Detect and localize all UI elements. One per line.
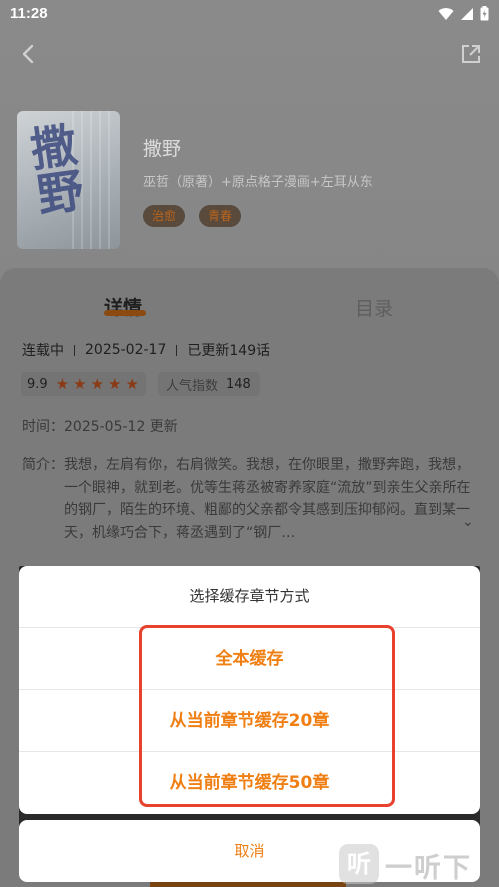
synopsis-text: 我想，左肩有你，右肩微笑。我想，在你眼里，撒野奔跑，我想，一个眼神，就到老。优等…: [64, 457, 471, 541]
status-bar: 11:28: [0, 0, 499, 30]
signal-icon: [461, 7, 473, 20]
update-count: 已更新149话: [187, 343, 271, 359]
divider: [74, 344, 75, 356]
status-time: 11:28: [10, 5, 48, 22]
annotation-highlight: [139, 625, 395, 807]
book-authors: 巫哲（原著）+原点格子漫画+左耳从东: [143, 175, 373, 190]
wifi-icon: [438, 7, 454, 20]
star-icon: ★: [55, 374, 70, 393]
rating-box: 9.9 ★ ★ ★ ★ ★: [21, 372, 146, 396]
expand-chevron-icon[interactable]: ⌄: [462, 514, 474, 530]
share-button[interactable]: [457, 40, 485, 68]
star-icon: ★: [108, 374, 122, 393]
book-cover[interactable]: 撒野: [17, 111, 120, 249]
popularity-box: 人气指数 148: [158, 372, 260, 396]
update-time: 时间：2025-05-12 更新: [22, 419, 178, 435]
back-button[interactable]: [14, 40, 42, 68]
publish-date: 2025-02-17: [85, 342, 167, 358]
star-icon: ★: [125, 374, 139, 393]
tab-indicator: [104, 310, 146, 316]
serial-status: 连载中: [22, 343, 64, 359]
chevron-left-icon: [22, 44, 34, 64]
watermark: 听 一听下载: [339, 840, 499, 887]
rating-score: 9.9: [27, 376, 48, 392]
popularity-label: 人气指数: [166, 378, 219, 394]
tab-catalog[interactable]: 目录: [355, 294, 393, 321]
cover-title: 撒野: [20, 119, 88, 219]
dialog-title: 选择缓存章节方式: [189, 587, 310, 605]
watermark-logo-icon: 听: [339, 844, 379, 884]
synopsis-label: 简介：: [22, 457, 64, 473]
book-title: 撒野: [143, 138, 182, 160]
synopsis: 简介： 我想，左肩有你，右肩微笑。我想，在你眼里，撒野奔跑，我想，一个眼神，就到…: [22, 454, 477, 544]
tag-chip[interactable]: 青春: [199, 205, 242, 227]
status-icons: [438, 6, 489, 21]
meta-row: 连载中 2025-02-17 已更新149话: [22, 340, 270, 360]
popularity-value: 148: [226, 376, 251, 392]
star-icon: ★: [90, 374, 105, 393]
star-icon: ★: [73, 374, 87, 393]
divider: [176, 344, 178, 356]
battery-icon: [480, 6, 489, 21]
watermark-text: 一听下载: [385, 853, 472, 884]
tag-chip[interactable]: 治愈: [143, 205, 186, 227]
share-icon: [462, 45, 480, 63]
